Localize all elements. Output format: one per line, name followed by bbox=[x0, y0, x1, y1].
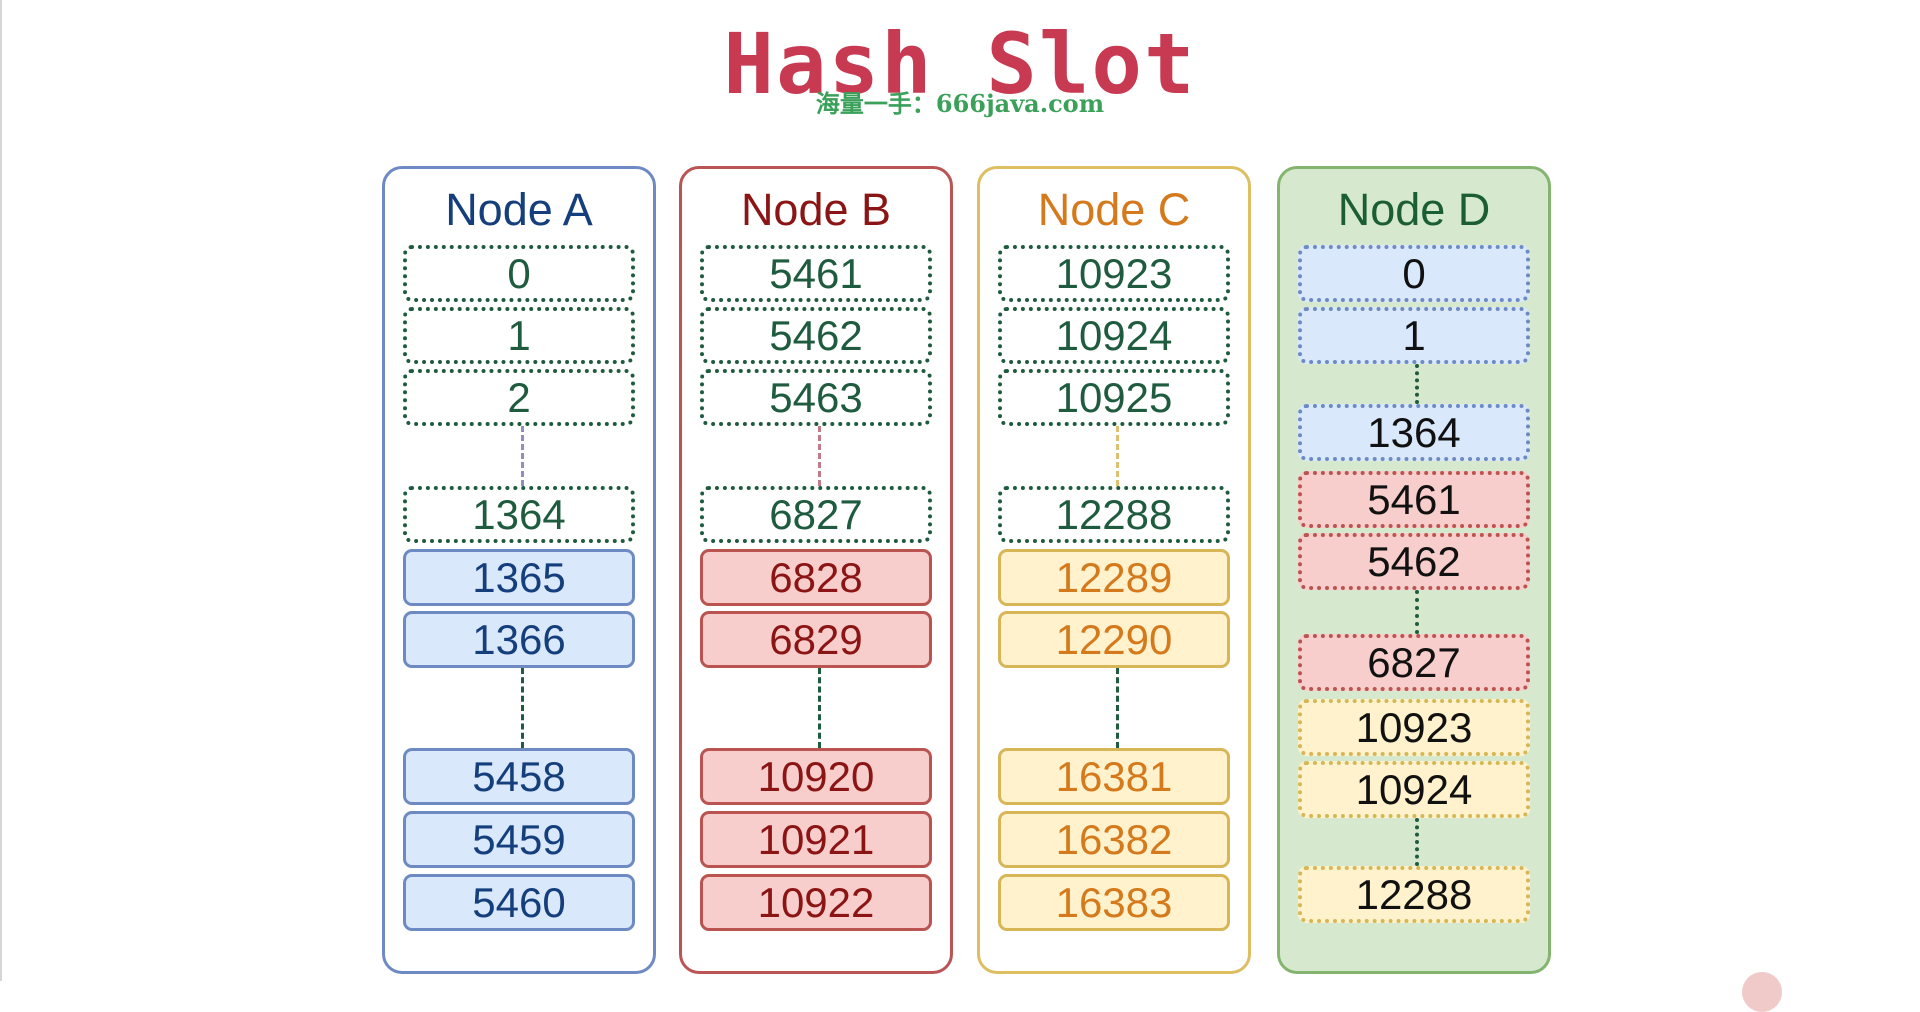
node-c-slot: 10924 bbox=[998, 307, 1230, 364]
node-d-slot: 5461 bbox=[1298, 471, 1530, 528]
node-c-slot: 16381 bbox=[998, 748, 1230, 805]
node-d-panel: Node D 0 1 1364 5461 5462 6827 10923 109… bbox=[1277, 166, 1551, 974]
node-a-panel: Node A 0 1 2 1364 1365 1366 5458 5459 54… bbox=[382, 166, 656, 974]
node-c-slot: 12288 bbox=[998, 486, 1230, 543]
node-d-slot: 10924 bbox=[1298, 761, 1530, 818]
node-b-slot: 5462 bbox=[700, 307, 932, 364]
range-connector bbox=[1415, 818, 1419, 866]
node-b-slot: 6828 bbox=[700, 549, 932, 606]
node-b-slot: 5463 bbox=[700, 369, 932, 426]
node-a-slot: 5459 bbox=[403, 811, 635, 868]
window-edge bbox=[0, 0, 2, 981]
node-a-slot: 1365 bbox=[403, 549, 635, 606]
node-a-slot: 5460 bbox=[403, 874, 635, 931]
node-b-slot: 10922 bbox=[700, 874, 932, 931]
range-connector bbox=[1116, 668, 1119, 748]
watermark-text: 海量一手：666java.com bbox=[815, 89, 1105, 118]
node-c-slot: 12289 bbox=[998, 549, 1230, 606]
node-c-panel: Node C 10923 10924 10925 12288 12289 122… bbox=[977, 166, 1251, 974]
range-connector bbox=[818, 668, 821, 748]
node-b-slot: 10921 bbox=[700, 811, 932, 868]
node-d-title: Node D bbox=[1337, 184, 1491, 235]
range-connector bbox=[521, 426, 524, 486]
node-c-slot: 16382 bbox=[998, 811, 1230, 868]
range-connector bbox=[521, 668, 524, 748]
range-connector bbox=[818, 426, 821, 486]
range-connector bbox=[1116, 426, 1119, 486]
node-a-slot: 2 bbox=[403, 369, 635, 426]
node-a-slot: 0 bbox=[403, 245, 635, 302]
node-d-slot: 12288 bbox=[1298, 866, 1530, 923]
node-c-slot: 10925 bbox=[998, 369, 1230, 426]
node-b-title: Node B bbox=[740, 184, 892, 235]
node-b-slot: 6827 bbox=[700, 486, 932, 543]
node-a-title: Node A bbox=[445, 184, 593, 235]
node-c-slot: 16383 bbox=[998, 874, 1230, 931]
node-a-slot: 1364 bbox=[403, 486, 635, 543]
node-a-slot: 1 bbox=[403, 307, 635, 364]
node-b-slot: 5461 bbox=[700, 245, 932, 302]
range-connector bbox=[1415, 364, 1419, 404]
range-connector bbox=[1415, 590, 1419, 634]
node-d-slot: 1364 bbox=[1298, 404, 1530, 461]
node-b-slot: 10920 bbox=[700, 748, 932, 805]
node-c-slot: 10923 bbox=[998, 245, 1230, 302]
node-a-slot: 1366 bbox=[403, 611, 635, 668]
node-c-title: Node C bbox=[1037, 184, 1191, 235]
node-d-slot: 6827 bbox=[1298, 634, 1530, 691]
corner-indicator bbox=[1742, 972, 1782, 1012]
node-d-slot: 0 bbox=[1298, 245, 1530, 302]
node-d-slot: 5462 bbox=[1298, 533, 1530, 590]
node-b-panel: Node B 5461 5462 5463 6827 6828 6829 109… bbox=[679, 166, 953, 974]
node-d-slot: 10923 bbox=[1298, 699, 1530, 756]
node-d-slot: 1 bbox=[1298, 307, 1530, 364]
node-c-slot: 12290 bbox=[998, 611, 1230, 668]
node-b-slot: 6829 bbox=[700, 611, 932, 668]
node-a-slot: 5458 bbox=[403, 748, 635, 805]
